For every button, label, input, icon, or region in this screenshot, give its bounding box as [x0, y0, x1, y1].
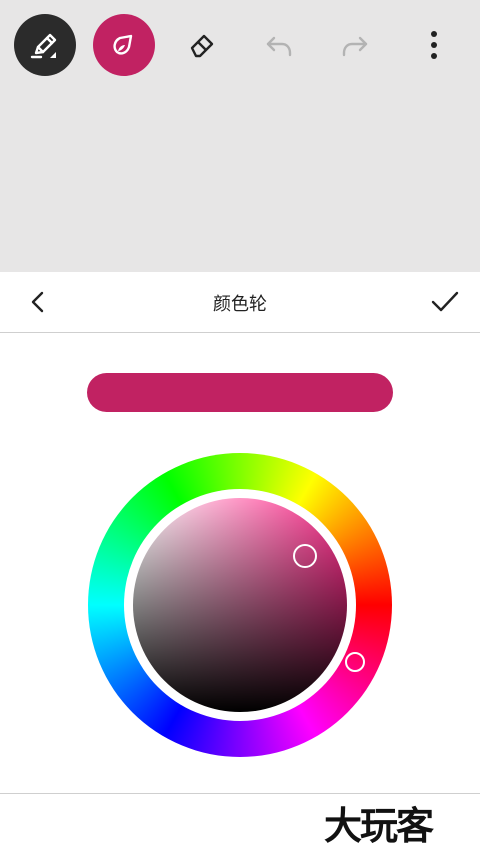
more-options-button[interactable] [403, 14, 465, 76]
confirm-button[interactable] [428, 286, 462, 318]
color-tool-button[interactable] [93, 14, 155, 76]
undo-button[interactable] [248, 14, 310, 76]
bottom-divider [0, 793, 480, 794]
pen-tool-button[interactable] [14, 14, 76, 76]
selected-color-preview [87, 373, 393, 412]
drawing-toolbar [0, 14, 480, 78]
watermark-logo: 大玩客 [324, 803, 434, 848]
redo-icon [342, 36, 368, 57]
hue-marker[interactable] [345, 652, 365, 672]
more-vert-icon [431, 31, 437, 59]
saturation-value-area[interactable] [133, 498, 347, 712]
undo-icon [266, 36, 292, 57]
color-wheel[interactable] [88, 453, 392, 757]
panel-title: 颜色轮 [213, 294, 267, 315]
check-icon [431, 291, 459, 312]
saturation-value-marker[interactable] [293, 544, 317, 568]
eraser-icon [190, 34, 214, 58]
color-wheel-header: 颜色轮 [0, 272, 480, 333]
color-drop-icon [113, 34, 133, 55]
eraser-tool-button[interactable] [171, 14, 233, 76]
pen-icon [30, 33, 57, 59]
redo-button[interactable] [324, 14, 386, 76]
